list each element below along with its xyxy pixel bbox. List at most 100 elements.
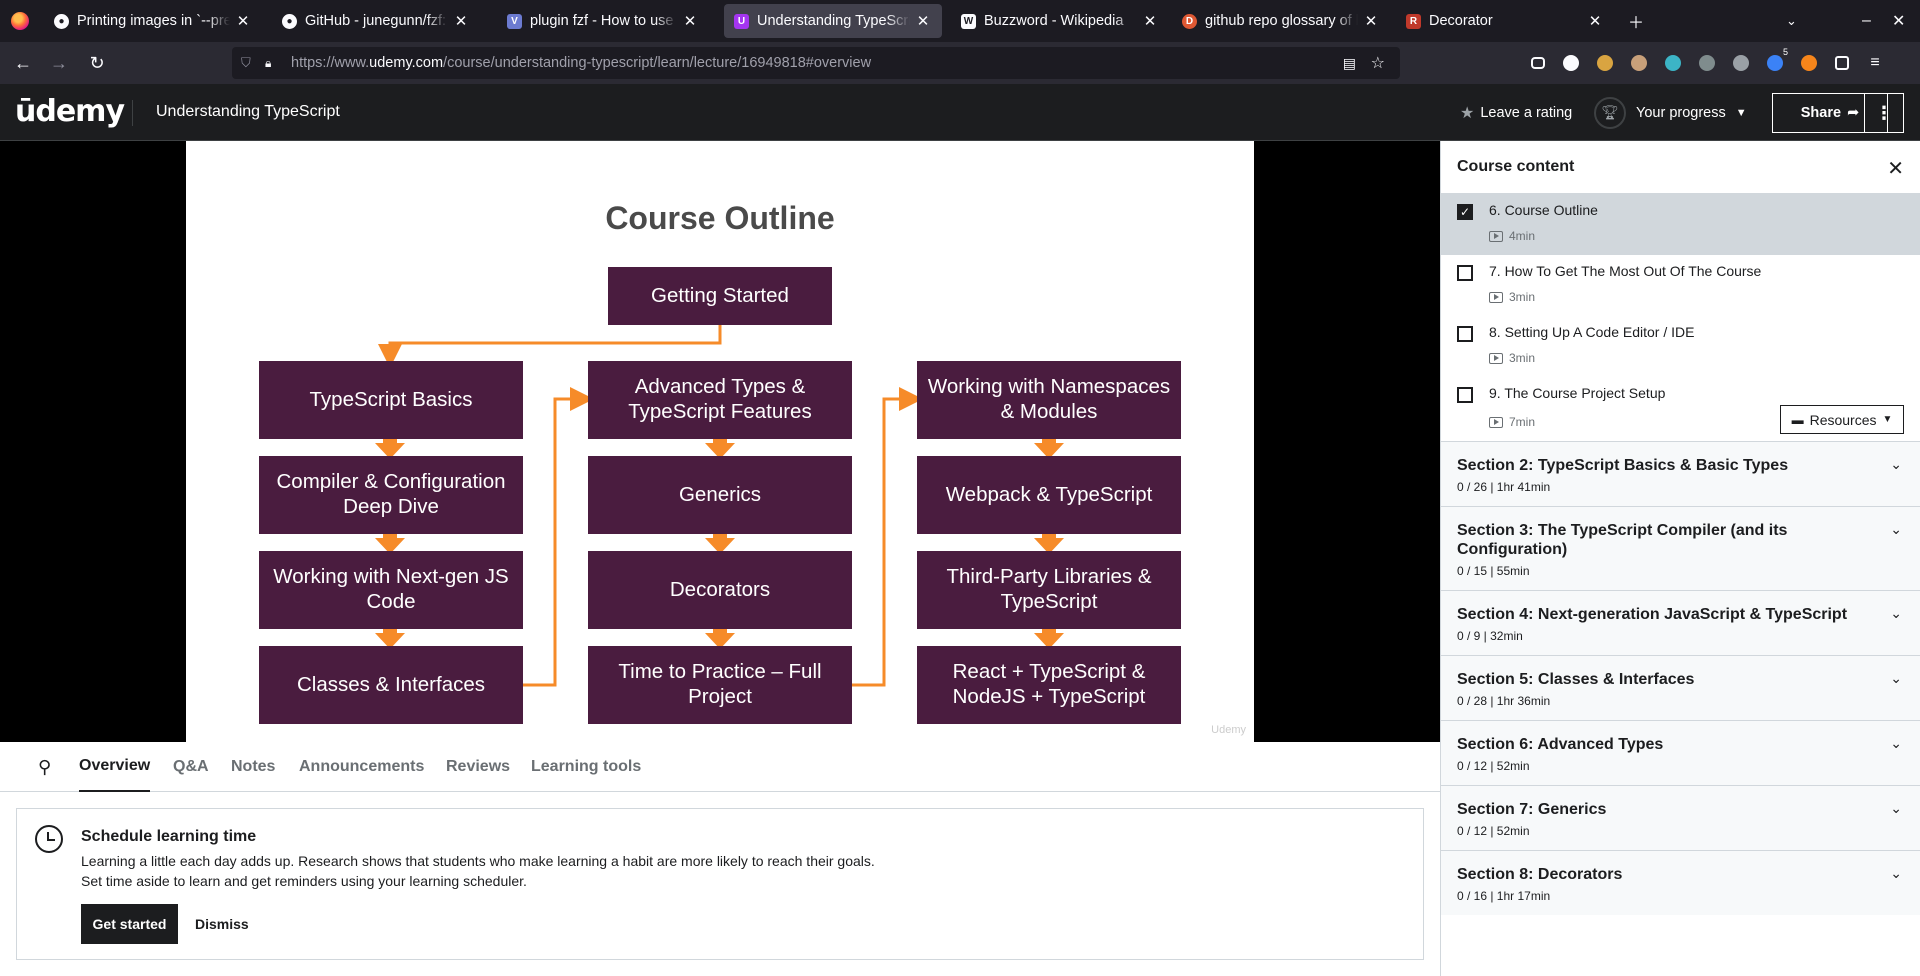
lecture-item[interactable]: 7. How To Get The Most Out Of The Course… bbox=[1441, 255, 1920, 316]
tracking-shield-icon[interactable]: ⛉ bbox=[241, 55, 257, 71]
close-tab-icon[interactable]: ✕ bbox=[681, 12, 699, 30]
lecture-title: 7. How To Get The Most Out Of The Course bbox=[1489, 263, 1762, 279]
wikipedia-icon: W bbox=[961, 13, 976, 29]
address-bar[interactable]: ⛉ 🔒︎ https://www. udemy.com/course/unders… bbox=[232, 47, 1400, 79]
schedule-title: Schedule learning time bbox=[81, 828, 257, 845]
browser-tab[interactable]: V plugin fzf - How to use FZF to ✕ bbox=[497, 4, 709, 38]
tab-learning-tools[interactable]: Learning tools bbox=[531, 742, 641, 792]
close-tab-icon[interactable]: ✕ bbox=[914, 12, 932, 30]
section-meta: 0 / 26 | 1hr 41min bbox=[1457, 480, 1551, 494]
chevron-down-icon: ⌄ bbox=[1890, 670, 1902, 686]
new-tab-icon[interactable]: ＋ bbox=[1628, 0, 1644, 42]
bookmark-star-icon[interactable]: ☆ bbox=[1371, 53, 1385, 73]
firefox-icon[interactable] bbox=[0, 0, 40, 42]
extensions-puzzle-icon[interactable] bbox=[1835, 56, 1849, 70]
reader-view-icon[interactable]: ▤ bbox=[1343, 55, 1356, 72]
lock-icon[interactable]: 🔒︎ bbox=[265, 56, 279, 71]
outline-box: Working with Namespaces & Modules bbox=[917, 361, 1181, 439]
extension-icon[interactable] bbox=[1801, 55, 1817, 71]
schedule-learning-card: Schedule learning time Learning a little… bbox=[16, 808, 1424, 960]
menu-icon[interactable]: ≡ bbox=[1867, 55, 1883, 71]
account-icon[interactable] bbox=[1563, 55, 1579, 71]
lecture-tab-bar: ⚲ Overview Q&A Notes Announcements Revie… bbox=[0, 742, 1440, 792]
tab-overview[interactable]: Overview bbox=[79, 742, 151, 792]
browser-tab[interactable]: D github repo glossary of buzzwords ✕ bbox=[1172, 4, 1390, 38]
github-icon: ● bbox=[282, 13, 297, 29]
reload-icon[interactable]: ↻ bbox=[80, 47, 114, 79]
lecture-title: 8. Setting Up A Code Editor / IDE bbox=[1489, 324, 1695, 340]
lecture-meta: 7min bbox=[1489, 415, 1535, 429]
tab-notes[interactable]: Notes bbox=[231, 742, 275, 792]
tab-reviews[interactable]: Reviews bbox=[446, 742, 510, 792]
close-window-icon[interactable]: ✕ bbox=[1892, 0, 1905, 42]
outline-box: TypeScript Basics bbox=[259, 361, 523, 439]
tab-qa[interactable]: Q&A bbox=[173, 742, 209, 792]
lecture-meta: 3min bbox=[1489, 351, 1535, 365]
tab-title: Decorator bbox=[1429, 13, 1493, 29]
video-icon bbox=[1489, 230, 1503, 242]
section-item[interactable]: Section 5: Classes & Interfaces 0 / 28 |… bbox=[1441, 655, 1920, 720]
more-options-icon[interactable]: ⋮ bbox=[1864, 93, 1904, 133]
dismiss-button[interactable]: Dismiss bbox=[195, 904, 249, 944]
list-all-tabs-icon[interactable]: ⌄ bbox=[1786, 0, 1797, 42]
section-item[interactable]: Section 8: Decorators 0 / 16 | 1hr 17min… bbox=[1441, 850, 1920, 915]
back-icon[interactable]: ← bbox=[6, 47, 40, 79]
close-tab-icon[interactable]: ✕ bbox=[1141, 12, 1159, 30]
extension-icon[interactable] bbox=[1597, 55, 1613, 71]
lecture-checkbox[interactable] bbox=[1457, 387, 1473, 403]
close-tab-icon[interactable]: ✕ bbox=[452, 12, 470, 30]
video-icon bbox=[1489, 416, 1503, 428]
forward-icon[interactable]: → bbox=[42, 47, 76, 79]
outline-box: Webpack & TypeScript bbox=[917, 456, 1181, 534]
close-tab-icon[interactable]: ✕ bbox=[1586, 12, 1604, 30]
lecture-checkbox[interactable] bbox=[1457, 265, 1473, 281]
section-item[interactable]: Section 7: Generics 0 / 12 | 52min ⌄ bbox=[1441, 785, 1920, 850]
lecture-item[interactable]: ✓ 6. Course Outline 4min bbox=[1441, 194, 1920, 255]
resources-button[interactable]: ▬ Resources ▼ bbox=[1780, 405, 1904, 434]
course-title[interactable]: Understanding TypeScript bbox=[156, 103, 340, 121]
pocket-icon[interactable] bbox=[1531, 57, 1545, 69]
section-meta: 0 / 15 | 55min bbox=[1457, 564, 1530, 578]
close-icon[interactable]: ✕ bbox=[1887, 156, 1904, 181]
lecture-checkbox[interactable] bbox=[1457, 326, 1473, 342]
browser-tab-active[interactable]: U Understanding TypeScript | Udemy ✕ bbox=[724, 4, 942, 38]
lecture-checkbox[interactable]: ✓ bbox=[1457, 204, 1473, 220]
section-title: Section 2: TypeScript Basics & Basic Typ… bbox=[1457, 457, 1789, 474]
video-player[interactable]: Course Outline Getting Started TypeScrip… bbox=[0, 141, 1440, 742]
outline-box: Classes & Interfaces bbox=[259, 646, 523, 724]
section-title: Section 6: Advanced Types bbox=[1457, 736, 1664, 753]
browser-tab[interactable]: W Buzzword - Wikipedia ✕ bbox=[951, 4, 1169, 38]
leave-rating-button[interactable]: ★ Leave a rating bbox=[1460, 84, 1572, 141]
tab-title: GitHub - junegunn/fzf: A command-line fu… bbox=[305, 13, 448, 29]
lecture-item[interactable]: 8. Setting Up A Code Editor / IDE 3min bbox=[1441, 316, 1920, 377]
video-icon bbox=[1489, 352, 1503, 364]
browser-tab[interactable]: ● Printing images in `--preview` ✕ bbox=[44, 4, 262, 38]
get-started-button[interactable]: Get started bbox=[81, 904, 178, 944]
chevron-down-icon: ▼ bbox=[1735, 106, 1747, 119]
extension-icon[interactable] bbox=[1699, 55, 1715, 71]
close-tab-icon[interactable]: ✕ bbox=[234, 12, 252, 30]
browser-tab[interactable]: R Decorator ✕ bbox=[1396, 4, 1614, 38]
udemy-logo[interactable]: ūdemy bbox=[15, 94, 125, 129]
chevron-down-icon: ⌄ bbox=[1890, 735, 1902, 751]
react-devtools-icon[interactable] bbox=[1665, 55, 1681, 71]
section-item[interactable]: Section 4: Next-generation JavaScript & … bbox=[1441, 590, 1920, 655]
tab-title: Understanding TypeScript | Udemy bbox=[757, 13, 910, 29]
close-tab-icon[interactable]: ✕ bbox=[1362, 12, 1380, 30]
minimize-icon[interactable]: – bbox=[1862, 0, 1871, 42]
url-path: /course/understanding-typescript/learn/l… bbox=[443, 55, 872, 71]
section-item[interactable]: Section 6: Advanced Types 0 / 12 | 52min… bbox=[1441, 720, 1920, 785]
outline-box: Compiler & Configuration Deep Dive bbox=[259, 456, 523, 534]
section-item[interactable]: Section 2: TypeScript Basics & Basic Typ… bbox=[1441, 441, 1920, 506]
vim-icon: V bbox=[507, 13, 522, 29]
share-label: Share bbox=[1800, 105, 1842, 121]
section-item[interactable]: Section 3: The TypeScript Compiler (and … bbox=[1441, 506, 1920, 590]
search-icon[interactable]: ⚲ bbox=[38, 742, 51, 792]
tab-announcements[interactable]: Announcements bbox=[299, 742, 424, 792]
lecture-item[interactable]: 9. The Course Project Setup 7min ▬ Resou… bbox=[1441, 377, 1920, 441]
extension-badge-icon[interactable]: 5 bbox=[1767, 47, 1788, 71]
extension-icon[interactable] bbox=[1733, 55, 1749, 71]
browser-tab[interactable]: ● GitHub - junegunn/fzf: A command-line … bbox=[272, 4, 480, 38]
extension-icon[interactable] bbox=[1631, 55, 1647, 71]
progress-button[interactable]: 🏆︎ Your progress ▼ bbox=[1594, 84, 1747, 141]
